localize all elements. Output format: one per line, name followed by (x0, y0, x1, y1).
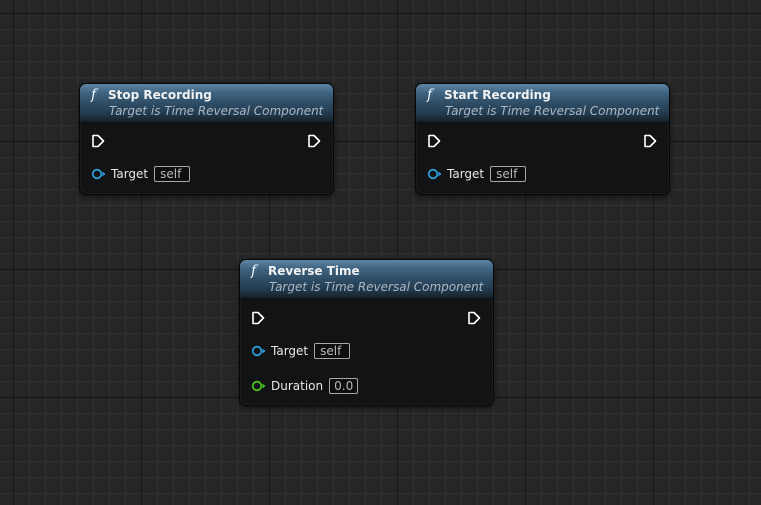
function-icon: f (91, 87, 97, 103)
node-stop-recording[interactable]: f Stop Recording Target is Time Reversal… (79, 83, 334, 195)
exec-in-pin-icon[interactable] (427, 134, 441, 148)
node-start-recording[interactable]: f Start Recording Target is Time Reversa… (415, 83, 670, 195)
float-pin-icon[interactable] (251, 380, 266, 392)
target-pin-row: Target self (427, 164, 527, 184)
blueprint-graph-canvas[interactable]: f Stop Recording Target is Time Reversal… (0, 0, 761, 505)
exec-out-pin-icon[interactable] (643, 134, 657, 148)
node-header[interactable]: f Stop Recording Target is Time Reversal… (80, 84, 333, 123)
target-input[interactable]: self (314, 343, 351, 359)
exec-in-pin-icon[interactable] (251, 311, 265, 325)
node-reverse-time[interactable]: f Reverse Time Target is Time Reversal C… (239, 259, 494, 406)
node-header[interactable]: f Reverse Time Target is Time Reversal C… (240, 260, 493, 299)
target-label: Target (271, 344, 309, 358)
object-pin-icon[interactable] (91, 168, 106, 180)
duration-input[interactable]: 0.0 (329, 378, 359, 394)
target-label: Target (111, 167, 149, 181)
node-title: Reverse Time (268, 264, 360, 278)
duration-label: Duration (271, 379, 324, 393)
target-input[interactable]: self (490, 166, 527, 182)
function-icon: f (251, 263, 257, 279)
node-subtitle: Target is Time Reversal Component (269, 280, 484, 294)
exec-out-pin-icon[interactable] (467, 311, 481, 325)
target-pin-row: Target self (251, 341, 351, 361)
exec-in-pin-icon[interactable] (91, 134, 105, 148)
node-subtitle: Target is Time Reversal Component (445, 104, 660, 118)
exec-out-pin-icon[interactable] (307, 134, 321, 148)
target-label: Target (447, 167, 485, 181)
node-subtitle: Target is Time Reversal Component (109, 104, 324, 118)
object-pin-icon[interactable] (427, 168, 442, 180)
node-title: Start Recording (444, 88, 551, 102)
function-icon: f (427, 87, 433, 103)
target-pin-row: Target self (91, 164, 191, 184)
node-title: Stop Recording (108, 88, 212, 102)
target-input[interactable]: self (154, 166, 191, 182)
node-header[interactable]: f Start Recording Target is Time Reversa… (416, 84, 669, 123)
duration-pin-row: Duration 0.0 (251, 376, 359, 396)
object-pin-icon[interactable] (251, 345, 266, 357)
